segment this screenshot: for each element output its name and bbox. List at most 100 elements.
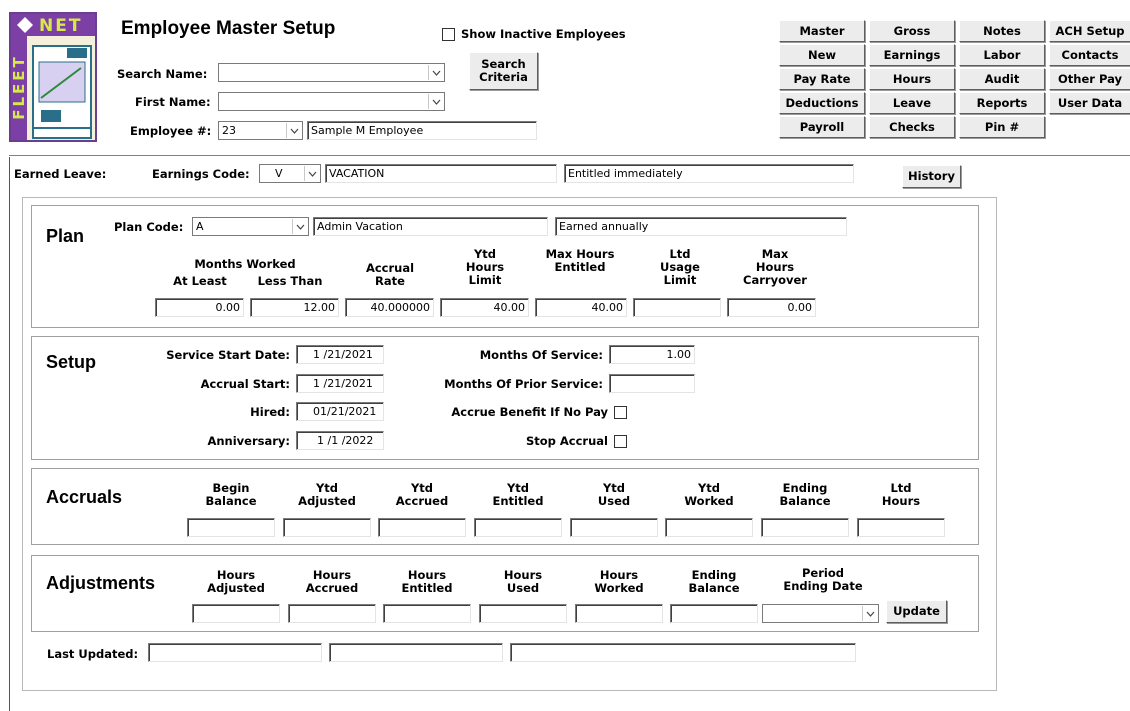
earnings-code-combo[interactable]: V	[259, 164, 321, 183]
nav-button-other-pay[interactable]: Other Pay	[1049, 68, 1130, 90]
accruals-field-0[interactable]	[187, 518, 275, 537]
adjustments-field-4[interactable]	[575, 604, 663, 623]
adjustments-field-0[interactable]	[192, 604, 280, 623]
max-hours-entitled-field[interactable]: 40.00	[535, 298, 627, 317]
accruals-field-5[interactable]	[665, 518, 753, 537]
employee-number-label: Employee #:	[130, 124, 212, 138]
months-prior-service-label: Months Of Prior Service:	[444, 377, 603, 391]
adjustments-header-0: Hours Adjusted	[207, 568, 265, 595]
less-than-field[interactable]: 12.00	[250, 298, 339, 317]
hired-label: Hired:	[250, 405, 290, 419]
nav-button-master[interactable]: Master	[779, 20, 865, 42]
history-button[interactable]: History	[902, 165, 961, 188]
nav-button-user-data[interactable]: User Data	[1049, 92, 1130, 114]
service-start-field[interactable]: 1 /21/2021	[296, 345, 384, 364]
adjustments-header-1: Hours Accrued	[305, 568, 359, 595]
nav-button-deductions[interactable]: Deductions	[779, 92, 865, 114]
employee-number-combo[interactable]: 23	[218, 121, 303, 140]
nav-button-reports[interactable]: Reports	[959, 92, 1045, 114]
employee-name-field[interactable]: Sample M Employee	[307, 121, 537, 140]
page-title: Employee Master Setup	[121, 18, 336, 39]
nav-button-contacts[interactable]: Contacts	[1049, 44, 1130, 66]
accrual-rate-field[interactable]: 40.000000	[345, 298, 434, 317]
earnings-code-description[interactable]: VACATION	[325, 164, 557, 183]
adjustments-title: Adjustments	[46, 573, 156, 593]
earnings-code-label: Earnings Code:	[152, 167, 250, 181]
first-name-combo[interactable]	[218, 92, 445, 111]
accruals-field-6[interactable]	[761, 518, 849, 537]
anniversary-field[interactable]: 1 /1 /2022	[296, 431, 384, 450]
first-name-label: First Name:	[135, 95, 211, 109]
nav-button-audit[interactable]: Audit	[959, 68, 1045, 90]
ytd-hours-limit-field[interactable]: 40.00	[440, 298, 529, 317]
accruals-header-2: Ytd Accrued	[395, 481, 449, 508]
show-inactive-checkbox[interactable]	[442, 28, 455, 41]
chevron-down-icon[interactable]	[862, 606, 877, 621]
plan-frequency[interactable]: Earned annually	[555, 217, 847, 236]
nav-button-earnings[interactable]: Earnings	[869, 44, 955, 66]
nav-button-payroll[interactable]: Payroll	[779, 116, 865, 138]
stop-accrual-label: Stop Accrual	[525, 434, 608, 448]
stop-accrual-checkbox[interactable]	[614, 435, 627, 448]
search-name-combo[interactable]	[218, 63, 445, 82]
nav-button-gross[interactable]: Gross	[869, 20, 955, 42]
accruals-field-4[interactable]	[570, 518, 658, 537]
chevron-down-icon[interactable]	[286, 123, 301, 138]
nav-button-notes[interactable]: Notes	[959, 20, 1045, 42]
earned-leave-label: Earned Leave:	[14, 167, 107, 181]
update-button[interactable]: Update	[886, 600, 947, 623]
chevron-down-icon[interactable]	[304, 166, 319, 181]
accruals-header-6: Ending Balance	[779, 481, 831, 508]
nav-button-hours[interactable]: Hours	[869, 68, 955, 90]
nav-button-pin[interactable]: Pin #	[959, 116, 1045, 138]
search-criteria-button[interactable]: Search Criteria	[469, 52, 538, 90]
adjustments-field-2[interactable]	[383, 604, 471, 623]
logo-fleet-text: FLEET	[10, 54, 28, 120]
at-least-field[interactable]: 0.00	[155, 298, 244, 317]
adjustments-field-3[interactable]	[479, 604, 567, 623]
at-least-header: At Least	[173, 274, 227, 288]
chevron-down-icon[interactable]	[292, 219, 307, 234]
adjustments-field-1[interactable]	[288, 604, 376, 623]
chevron-down-icon[interactable]	[428, 65, 443, 80]
nav-button-ach-setup[interactable]: ACH Setup	[1049, 20, 1130, 42]
max-hours-carryover-field[interactable]: 0.00	[727, 298, 816, 317]
last-updated-field-3[interactable]	[510, 643, 856, 662]
last-updated-field-2[interactable]	[329, 643, 503, 662]
ltd-usage-limit-field[interactable]	[633, 298, 721, 317]
nav-button-new[interactable]: New	[779, 44, 865, 66]
accrual-rate-header: Accrual Rate	[365, 261, 415, 288]
accruals-field-1[interactable]	[283, 518, 371, 537]
accrual-start-field[interactable]: 1 /21/2021	[296, 374, 384, 393]
accrue-no-pay-checkbox[interactable]	[614, 406, 627, 419]
months-of-service-field[interactable]: 1.00	[609, 345, 695, 364]
max-hours-carryover-header: Max Hours Carryover	[743, 247, 807, 287]
accruals-field-7[interactable]	[857, 518, 945, 537]
employee-number-value: 23	[222, 124, 236, 137]
plan-code-value: A	[196, 220, 204, 233]
plan-code-combo[interactable]: A	[192, 217, 309, 236]
entitlement-field[interactable]: Entitled immediately	[564, 164, 854, 183]
nav-button-pay-rate[interactable]: Pay Rate	[779, 68, 865, 90]
accrue-no-pay-label: Accrue Benefit If No Pay	[451, 405, 608, 419]
main-panel-border	[9, 157, 10, 711]
months-prior-service-field[interactable]	[609, 374, 695, 393]
accruals-header-1: Ytd Adjusted	[298, 481, 356, 508]
hired-field[interactable]: 01/21/2021	[296, 402, 384, 421]
plan-description[interactable]: Admin Vacation	[313, 217, 548, 236]
nav-button-checks[interactable]: Checks	[869, 116, 955, 138]
service-start-label: Service Start Date:	[166, 348, 290, 362]
nav-button-labor[interactable]: Labor	[959, 44, 1045, 66]
nav-button-leave[interactable]: Leave	[869, 92, 955, 114]
chevron-down-icon[interactable]	[428, 94, 443, 109]
fleet-net-logo: NET FLEET	[9, 12, 97, 142]
less-than-header: Less Than	[257, 274, 323, 288]
accruals-field-3[interactable]	[474, 518, 562, 537]
months-of-service-label: Months Of Service:	[479, 348, 603, 362]
adjustments-field-5[interactable]	[670, 604, 758, 623]
period-ending-date-combo[interactable]	[762, 604, 879, 623]
accruals-header-0: Begin Balance	[205, 481, 257, 508]
accruals-field-2[interactable]	[378, 518, 466, 537]
logo-net-text: NET	[39, 16, 83, 36]
last-updated-field-1[interactable]	[148, 643, 322, 662]
